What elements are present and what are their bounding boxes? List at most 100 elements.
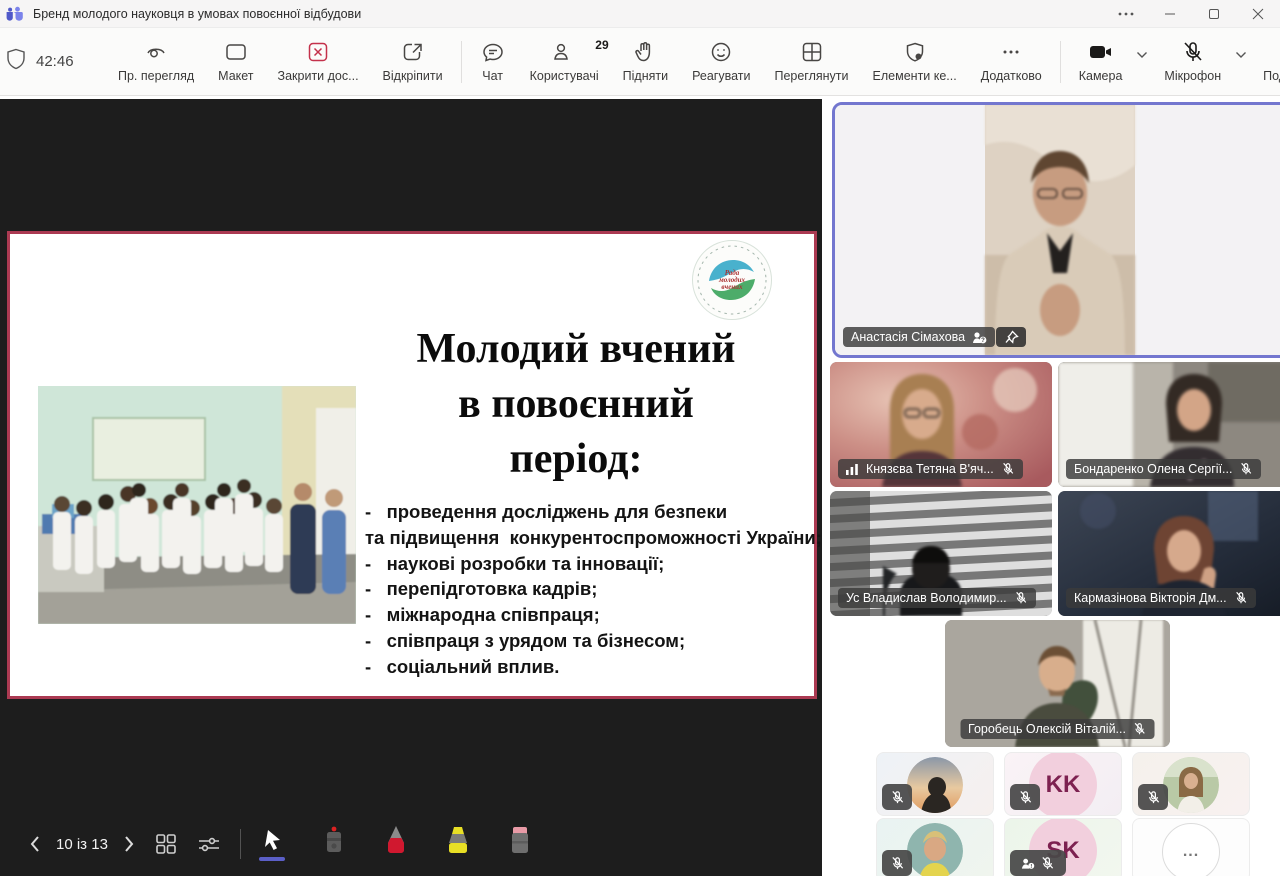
next-slide-button[interactable] <box>122 835 136 853</box>
svg-text:!: ! <box>1030 863 1032 869</box>
avatar-tile[interactable] <box>876 752 994 816</box>
more-button[interactable]: Додатково <box>969 36 1054 87</box>
video-tile[interactable]: Кармазінова Вікторія Дм... <box>1058 491 1280 616</box>
window-titlebar: Бренд молодого науковця в умовах повоєнн… <box>0 0 1280 28</box>
participants-button[interactable]: 29 Користувачі <box>518 36 611 87</box>
signal-bars-icon <box>846 463 859 475</box>
selected-tool-indicator <box>259 857 285 861</box>
slide-title: Молодий вчений в повоєнний період: <box>358 322 794 487</box>
presenter-role-icon: ? <box>972 331 987 344</box>
participant-name-label: Горобець Олексій Віталій... <box>960 719 1155 739</box>
mic-off-icon <box>1234 591 1248 605</box>
participant-name-label: Ус Владислав Володимир... <box>838 588 1036 608</box>
avatar-tile-overflow[interactable]: ... <box>1132 818 1250 876</box>
participant-name-label: Кармазінова Вікторія Дм... <box>1066 588 1256 608</box>
mic-off-icon <box>890 856 905 871</box>
avatar-photo <box>907 823 963 876</box>
minimize-button[interactable] <box>1148 0 1192 28</box>
council-logo: Рада молодих вчених <box>692 240 772 320</box>
share-button[interactable]: Поділитися <box>1251 36 1280 87</box>
attendee-icon: ! <box>1021 857 1035 870</box>
laser-pointer-tool-button[interactable] <box>321 825 347 864</box>
mic-off-icon <box>1133 722 1147 736</box>
participants-count-badge: 29 <box>595 38 608 52</box>
participant-name-label: Анастасія Сімахова ? <box>843 327 995 347</box>
chat-button[interactable]: Чат <box>468 36 518 87</box>
avatar-tile[interactable]: KK <box>1004 752 1122 816</box>
window-title: Бренд молодого науковця в умовах повоєнн… <box>33 7 361 21</box>
participant-name-label: Бондаренко Олена Сергії... <box>1066 459 1261 479</box>
mic-muted-badge <box>1010 784 1040 810</box>
mic-muted-badge <box>882 850 912 876</box>
participants-panel: Анастасія Сімахова ? <box>822 96 1280 876</box>
video-tile-speaker[interactable]: Анастасія Сімахова ? <box>832 102 1280 358</box>
toolbar-divider <box>1060 41 1061 83</box>
mic-muted-badge <box>1138 784 1168 810</box>
titlebar-more-button[interactable] <box>1104 0 1148 28</box>
toolbar-divider <box>461 41 462 83</box>
video-tile[interactable]: Князєва Тетяна В'яч... <box>830 362 1052 487</box>
avatar-tile[interactable] <box>876 818 994 876</box>
stop-presenting-button[interactable]: Закрити дос... <box>266 36 371 87</box>
unpin-button[interactable]: Відкріпити <box>371 36 455 87</box>
council-logo-text: Рада молодих вчених <box>719 270 745 291</box>
video-tile[interactable]: Горобець Олексій Віталій... <box>945 620 1170 747</box>
more-participants-indicator: ... <box>1162 823 1220 876</box>
mic-off-icon <box>1146 790 1161 805</box>
microphone-options-chevron[interactable] <box>1235 46 1247 64</box>
attendee-mic-muted-badge: ! <box>1010 850 1066 876</box>
avatar-photo <box>907 757 963 813</box>
meeting-toolbar: 42:46 Пр. перегляд Макет Закрити дос... <box>0 28 1280 96</box>
slide-page-indicator: 10 із 13 <box>56 836 108 853</box>
mic-off-icon <box>1014 591 1028 605</box>
mic-off-icon <box>1001 462 1015 476</box>
presenter-view-button[interactable]: Пр. перегляд <box>106 36 206 87</box>
bullet-line: - проведення досліджень для безпеки <box>365 499 815 525</box>
microphone-button[interactable]: Мікрофон <box>1152 36 1233 87</box>
highlighter-tool-button[interactable] <box>445 825 471 864</box>
bullet-line: - соціальний вплив. <box>365 654 815 680</box>
cursor-tool-button[interactable] <box>259 828 285 861</box>
pen-tool-button[interactable] <box>383 825 409 864</box>
grid-view-button[interactable] <box>154 832 178 856</box>
maximize-button[interactable] <box>1192 0 1236 28</box>
meeting-timer: 42:46 <box>36 53 74 70</box>
bullet-line: - співпраця з урядом та бізнесом; <box>365 628 815 654</box>
mic-muted-badge <box>882 784 912 810</box>
meeting-timer-group: 42:46 <box>0 48 106 75</box>
group-photo <box>38 386 356 624</box>
mic-off-icon <box>1040 856 1055 871</box>
teams-app-icon <box>6 6 23 21</box>
layout-button[interactable]: Макет <box>206 36 265 87</box>
raise-hand-button[interactable]: Підняти <box>611 36 680 87</box>
avatar-photo <box>1163 757 1219 813</box>
slide-settings-button[interactable] <box>196 832 222 856</box>
bullet-line: - міжнародна співпраця; <box>365 602 815 628</box>
eraser-tool-button[interactable] <box>507 825 533 864</box>
avatar-tile[interactable]: SK ! <box>1004 818 1122 876</box>
presentation-slide: Рада молодих вчених Молодий вчений в пов… <box>7 231 817 699</box>
participant-name-label: Князєва Тетяна В'яч... <box>838 459 1023 479</box>
bullet-line: - наукові розробки та інновації; <box>365 551 815 577</box>
teams-meeting-window: Бренд молодого науковця в умовах повоєнн… <box>0 0 1280 876</box>
previous-slide-button[interactable] <box>28 835 42 853</box>
window-controls <box>1104 0 1280 27</box>
mic-off-icon <box>1239 462 1253 476</box>
meeting-controls-button[interactable]: Елементи ке... <box>861 36 969 87</box>
camera-button[interactable]: Камера <box>1067 36 1135 87</box>
presenter-toolbar-divider <box>240 829 241 859</box>
mic-off-icon <box>890 790 905 805</box>
slide-bullet-list: - проведення досліджень для безпеки та п… <box>365 499 815 680</box>
react-button[interactable]: Реагувати <box>680 36 762 87</box>
pin-icon <box>1004 330 1019 345</box>
close-button[interactable] <box>1236 0 1280 28</box>
pin-button[interactable] <box>996 327 1026 347</box>
presenter-toolbar: 10 із 13 <box>0 812 822 876</box>
meeting-stage: Рада молодих вчених Молодий вчений в пов… <box>0 96 1280 876</box>
video-tile[interactable]: Ус Владислав Володимир... <box>830 491 1052 616</box>
avatar-tile[interactable] <box>1132 752 1250 816</box>
video-tile[interactable]: Бондаренко Олена Сергії... <box>1058 362 1280 487</box>
svg-text:?: ? <box>981 338 985 344</box>
view-button[interactable]: Переглянути <box>762 36 860 87</box>
camera-options-chevron[interactable] <box>1136 46 1148 64</box>
